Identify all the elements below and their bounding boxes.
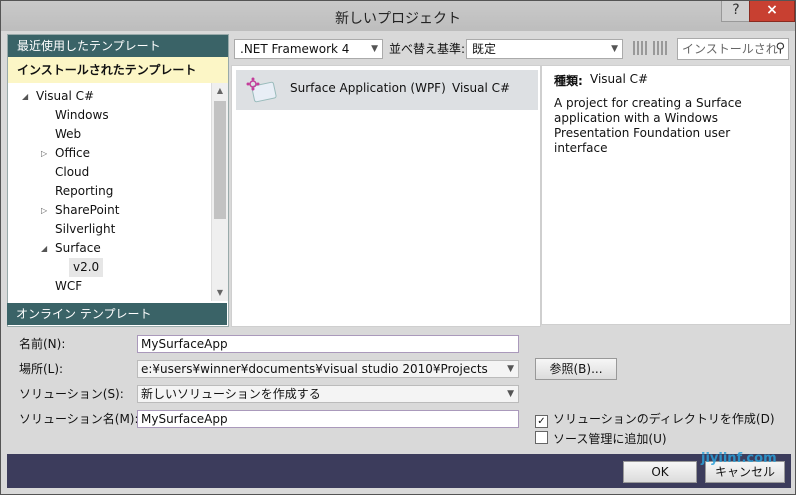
name-label: 名前(N): xyxy=(19,337,66,351)
expanded-arrow-icon[interactable]: ◢ xyxy=(22,87,28,106)
search-icon[interactable]: ⚲ xyxy=(775,39,785,59)
tree-item-label: SharePoint xyxy=(55,203,120,217)
sort-select[interactable]: 既定 ▼ xyxy=(466,39,623,59)
template-name: Surface Application (WPF) xyxy=(290,81,446,95)
source-control-label: ソース管理に追加(U) xyxy=(553,432,667,446)
list-view-icon[interactable] xyxy=(653,41,667,55)
tree-scrollbar[interactable]: ▲ ▼ xyxy=(211,83,228,301)
tree-item-visual-c[interactable]: ◢ Visual C# xyxy=(22,87,95,106)
source-control-checkbox[interactable]: ソース管理に追加(U) xyxy=(535,431,667,446)
scroll-thumb[interactable] xyxy=(214,101,226,219)
tree-item-label: Office xyxy=(55,146,91,160)
tree-item-label: Visual C# xyxy=(36,89,95,103)
framework-select[interactable]: .NET Framework 4 ▼ xyxy=(234,39,383,59)
checkbox-unchecked-icon[interactable] xyxy=(535,431,548,444)
tree-item-label: Surface xyxy=(55,241,101,255)
solution-name-label: ソリューション名(M): xyxy=(19,412,139,426)
tree-item-wcf[interactable]: WCF xyxy=(55,277,82,296)
template-tree-panel: 最近使用したテンプレート インストールされたテンプレート ◢ Visual C# W… xyxy=(7,34,229,327)
chevron-down-icon: ▼ xyxy=(371,44,378,54)
browse-button[interactable]: 参照(B)... xyxy=(535,358,617,380)
template-language: Visual C# xyxy=(452,81,511,95)
expanded-arrow-icon[interactable]: ◢ xyxy=(41,239,47,258)
search-input[interactable]: インストールされた ⚲ xyxy=(677,38,789,60)
tree-item-label: Silverlight xyxy=(55,222,116,236)
tree-item-sharepoint[interactable]: ▷ SharePoint xyxy=(41,201,120,220)
type-label: 種類: xyxy=(554,74,583,88)
tree-item-label: Reporting xyxy=(55,184,114,198)
tree-item-windows[interactable]: Windows xyxy=(55,106,109,125)
name-field[interactable]: MySurfaceApp xyxy=(137,335,519,353)
location-field[interactable]: e:¥users¥winner¥documents¥visual studio … xyxy=(137,360,519,378)
sort-label: 並べ替え基準: xyxy=(389,42,466,56)
framework-value: .NET Framework 4 xyxy=(240,42,350,56)
template-list: Surface Application (WPF) Visual C# xyxy=(231,65,541,327)
installed-templates-header[interactable]: インストールされたテンプレート xyxy=(8,57,228,83)
chevron-down-icon[interactable]: ▼ xyxy=(507,361,514,377)
location-value: e:¥users¥winner¥documents¥visual studio … xyxy=(141,362,488,376)
create-directory-label: ソリューションのディレクトリを作成(D) xyxy=(553,412,775,426)
solution-label: ソリューション(S): xyxy=(19,387,124,401)
tree-item-cloud[interactable]: Cloud xyxy=(55,163,89,182)
description-text: A project for creating a Surface applica… xyxy=(554,96,742,155)
tree-item-web[interactable]: Web xyxy=(55,125,81,144)
chevron-down-icon[interactable]: ▼ xyxy=(507,386,514,402)
ok-button[interactable]: OK xyxy=(623,461,697,483)
search-placeholder: インストールされた xyxy=(682,42,778,56)
dialog-title: 新しいプロジェクト xyxy=(335,11,461,27)
scroll-down-icon[interactable]: ▼ xyxy=(212,285,228,301)
sort-value: 既定 xyxy=(472,42,497,56)
small-icons-view-icon[interactable] xyxy=(633,41,647,55)
close-button[interactable]: × xyxy=(749,1,795,22)
tree-item-surface[interactable]: ◢ Surface xyxy=(41,239,101,258)
collapsed-arrow-icon[interactable]: ▷ xyxy=(41,201,47,220)
tree-item-reporting[interactable]: Reporting xyxy=(55,182,113,201)
tree-item-office[interactable]: ▷ Office xyxy=(41,144,91,163)
template-description-panel: 種類: Visual C# A project for creating a S… xyxy=(541,65,791,325)
tree-item-v2-0[interactable]: v2.0 xyxy=(69,258,104,277)
tree-item-label: Cloud xyxy=(55,165,90,179)
scroll-up-icon[interactable]: ▲ xyxy=(212,83,228,99)
tree-item-label: Web xyxy=(55,127,82,141)
template-item-surface-app[interactable]: Surface Application (WPF) Visual C# xyxy=(236,70,538,110)
type-value: Visual C# xyxy=(590,72,649,86)
chevron-down-icon: ▼ xyxy=(611,44,618,54)
location-label: 場所(L): xyxy=(19,362,64,376)
watermark-logo: jiyiinf.com xyxy=(701,451,777,466)
tree-item-silverlight[interactable]: Silverlight xyxy=(55,220,115,239)
recent-templates-header[interactable]: 最近使用したテンプレート xyxy=(8,35,228,57)
new-project-dialog: 新しいプロジェクト ? × 最近使用したテンプレート インストールされたテンプレ… xyxy=(0,0,796,495)
online-templates-header[interactable]: オンライン テンプレート xyxy=(7,303,227,325)
solution-select[interactable]: 新しいソリューションを作成する ▼ xyxy=(137,385,519,403)
help-button[interactable]: ? xyxy=(721,1,751,22)
solution-name-field[interactable]: MySurfaceApp xyxy=(137,410,519,428)
tree-item-label: v2.0 xyxy=(73,260,100,274)
title-bar: 新しいプロジェクト ? × xyxy=(1,1,795,31)
checkbox-checked-icon[interactable]: ✓ xyxy=(535,415,548,428)
solution-value: 新しいソリューションを作成する xyxy=(141,387,321,401)
tree-item-label: Windows xyxy=(55,108,109,122)
create-directory-checkbox[interactable]: ✓ ソリューションのディレクトリを作成(D) xyxy=(535,412,775,428)
tree-item-label: WCF xyxy=(55,279,83,293)
surface-app-icon xyxy=(246,77,277,103)
collapsed-arrow-icon[interactable]: ▷ xyxy=(41,144,47,163)
